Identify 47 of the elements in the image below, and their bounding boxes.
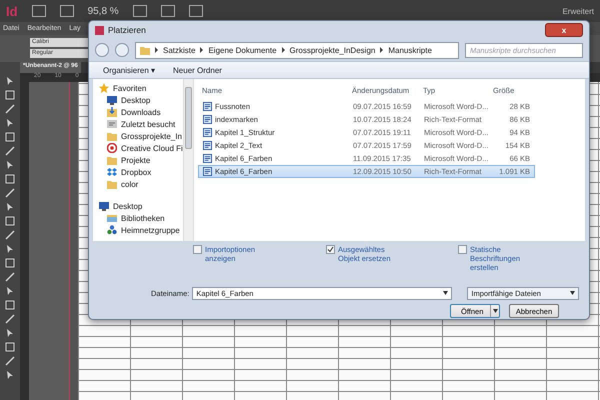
sidebar-group[interactable]: Desktop: [99, 201, 183, 211]
document-icon: [203, 115, 212, 124]
desktop-icon: [99, 201, 109, 211]
sidebar-item[interactable]: Heimnetzgruppe: [99, 225, 183, 235]
document-icon: [203, 102, 212, 111]
sidebar-item[interactable]: Grossprojekte_In: [99, 131, 183, 141]
sidebar-item[interactable]: Desktop: [99, 95, 183, 105]
address-bar[interactable]: Satzkiste Eigene Dokumente Grossprojekte_InDesign Manuskripte: [135, 42, 459, 58]
toolbar-button[interactable]: Organisieren ▾: [103, 66, 156, 74]
sidebar-item[interactable]: Dropbox: [99, 167, 183, 177]
app-logo: Id: [6, 4, 18, 18]
dropdown-icon[interactable]: [443, 291, 448, 295]
breadcrumb-item[interactable]: Grossprojekte_InDesign: [290, 46, 376, 54]
download-icon: [107, 107, 117, 117]
caret-icon: [570, 291, 576, 295]
sidebar-item[interactable]: Bibliotheken: [99, 213, 183, 223]
workspace-switcher[interactable]: Erweitert: [562, 6, 594, 16]
document-icon: [203, 141, 212, 150]
checkbox[interactable]: [193, 245, 202, 254]
scrollbar[interactable]: [183, 79, 193, 241]
sidebar-item[interactable]: color: [99, 179, 183, 189]
dialog-title: Platzieren: [108, 25, 146, 35]
breadcrumb-item[interactable]: Eigene Dokumente: [208, 46, 277, 54]
network-icon: [107, 225, 117, 235]
document-icon: [203, 154, 212, 163]
desktop-icon: [107, 95, 117, 105]
document-icon: [203, 167, 212, 176]
folder-icon: [107, 179, 117, 189]
sidebar-item[interactable]: Creative Cloud Fi: [99, 143, 183, 153]
close-button[interactable]: x: [545, 23, 583, 37]
document-icon: [203, 128, 212, 137]
sidebar-item[interactable]: Zuletzt besucht: [99, 119, 183, 129]
sidebar-item[interactable]: Projekte: [99, 155, 183, 165]
sidebar-item[interactable]: Downloads: [99, 107, 183, 117]
toolbar-button[interactable]: Neuer Ordner: [173, 66, 222, 74]
sidebar-group[interactable]: Favoriten: [99, 83, 183, 93]
zoom-level[interactable]: 95,8 %: [88, 6, 119, 16]
caret-icon: [492, 309, 498, 313]
folder-icon: [107, 131, 117, 141]
checkbox[interactable]: [458, 245, 467, 254]
star-icon: [99, 83, 109, 93]
folder-icon: [107, 155, 117, 165]
checkbox[interactable]: [326, 245, 335, 254]
app-icon: [95, 26, 104, 34]
folder-icon: [140, 45, 150, 55]
breadcrumb-item[interactable]: Satzkiste: [163, 46, 196, 54]
breadcrumb-item[interactable]: Manuskripte: [388, 46, 432, 54]
